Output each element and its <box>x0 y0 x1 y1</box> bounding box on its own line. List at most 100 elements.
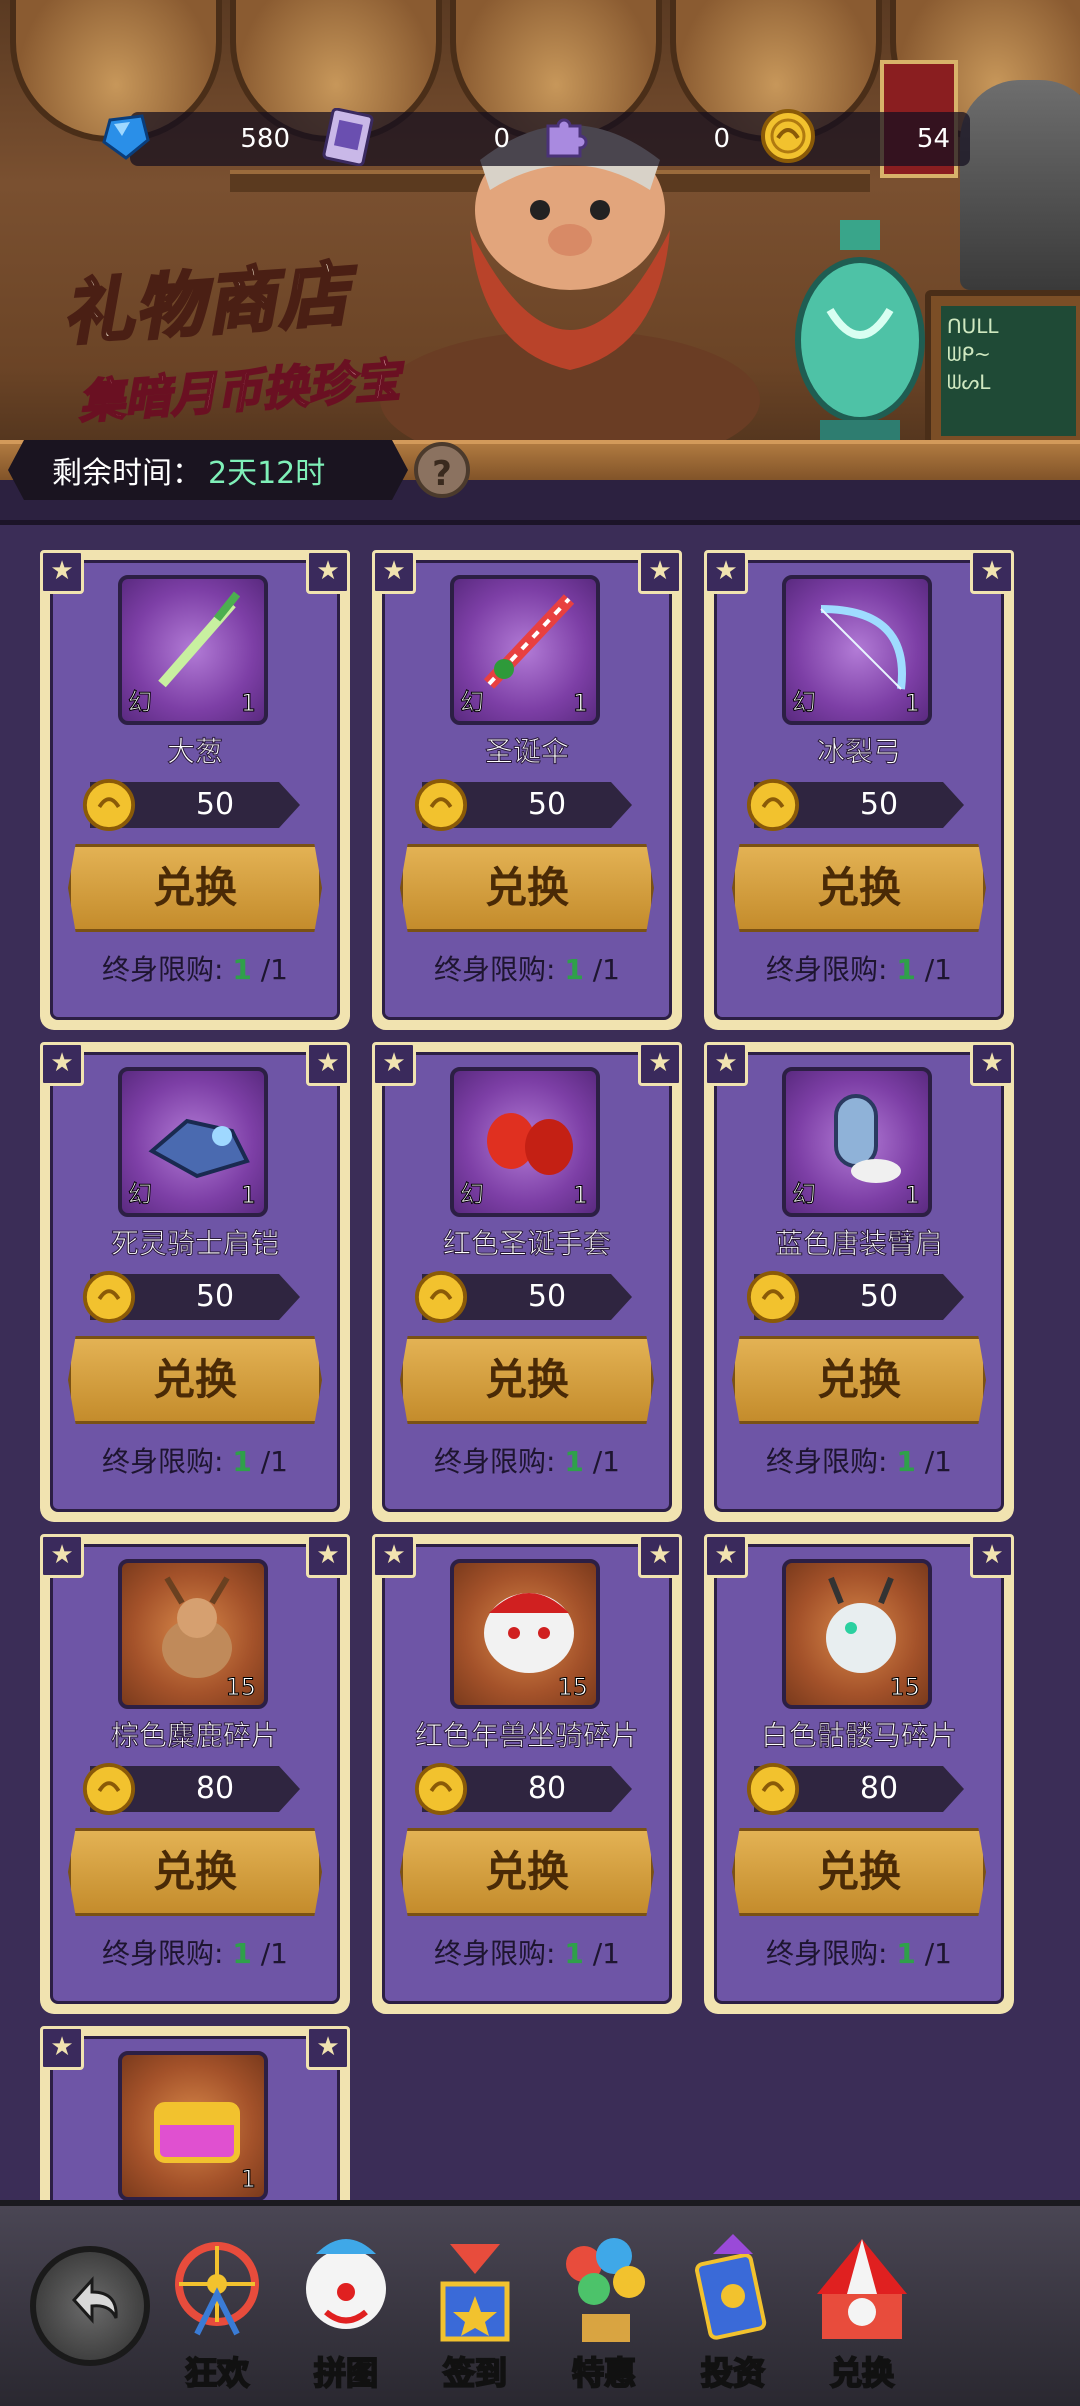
item-quantity: 15 <box>225 1673 257 1702</box>
purchase-limit-used: 1 <box>896 953 916 986</box>
star-corner-icon: ★ <box>40 2026 84 2070</box>
exchange-button[interactable]: 兑换 <box>732 844 986 932</box>
dark-moon-coin-icon <box>82 778 136 832</box>
header-divider <box>0 520 1080 525</box>
nav-item-2[interactable]: 签到 <box>410 2226 540 2396</box>
purchase-limit-label: 终身限购: <box>766 953 888 986</box>
shop-item-card: ★ ★ 幻 1 红色圣诞手套 50 兑换 终身限购: 1 /1 <box>372 1042 682 1522</box>
price-value: 80 <box>527 1771 567 1806</box>
nav-item-1[interactable]: 拼图 <box>281 2226 411 2396</box>
rarity-badge: 幻 <box>128 688 153 717</box>
dark-moon-coin-icon <box>414 1762 468 1816</box>
item-name: 蓝色唐装臂肩 <box>774 1227 943 1261</box>
reindeer-mount-icon <box>162 1576 232 1678</box>
price-value: 50 <box>195 1279 235 1314</box>
clown-face-icon <box>306 2239 386 2329</box>
purchase-limit-label: 终身限购: <box>434 953 556 986</box>
purchase-limit-label: 终身限购: <box>102 1937 224 1970</box>
item-quantity: 1 <box>572 689 588 718</box>
purchase-limit: 终身限购: 1 /1 <box>704 948 1014 988</box>
purchase-limit-used: 1 <box>564 1445 584 1478</box>
item-icon-frame[interactable]: 15 <box>450 1559 600 1709</box>
purchase-limit-label: 终身限购: <box>434 1445 556 1478</box>
star-corner-icon: ★ <box>638 550 682 594</box>
nav-item-label: 投资 <box>700 2353 766 2393</box>
item-icon-frame[interactable]: 15 <box>782 1559 932 1709</box>
item-quantity: 1 <box>904 1181 920 1210</box>
help-button[interactable]: ? <box>414 442 470 498</box>
purchase-limit: 终身限购: 1 /1 <box>40 948 350 988</box>
exchange-button[interactable]: 兑换 <box>68 1336 322 1424</box>
item-name: 圣诞伞 <box>484 735 569 769</box>
back-button[interactable] <box>30 2246 150 2366</box>
star-corner-icon: ★ <box>306 550 350 594</box>
item-icon-frame[interactable]: 幻1 <box>118 1067 268 1217</box>
rarity-badge: 幻 <box>460 688 485 717</box>
nav-item-5[interactable]: 兑换 <box>797 2226 927 2396</box>
exchange-button[interactable]: 兑换 <box>400 844 654 932</box>
ice-bow-icon <box>820 605 906 690</box>
magic-cards-icon <box>695 2234 767 2340</box>
nav-item-0[interactable]: 狂欢 <box>152 2226 282 2396</box>
item-icon-frame[interactable]: 1 <box>118 2051 268 2200</box>
price-value: 50 <box>859 787 899 822</box>
star-corner-icon: ★ <box>704 1042 748 1086</box>
price-value: 80 <box>195 1771 235 1806</box>
exchange-button[interactable]: 兑换 <box>68 844 322 932</box>
nav-item-label: 拼图 <box>313 2353 379 2393</box>
shop-item-grid: ★ ★ 幻 1 大葱 50 兑换 终身限购: 1 /1 ★ ★ 幻 1 圣诞伞 50 兑换 终身限购: 1 /… <box>0 540 1080 2200</box>
green-onion-icon <box>158 591 241 688</box>
price-value: 50 <box>527 787 567 822</box>
nav-item-4[interactable]: 投资 <box>668 2226 798 2396</box>
blue-arm-guard-icon <box>834 1094 901 1183</box>
item-icon-frame[interactable]: 幻1 <box>450 575 600 725</box>
star-corner-icon: ★ <box>970 1534 1014 1578</box>
item-icon-frame[interactable]: 幻1 <box>782 1067 932 1217</box>
gem-count: 580 <box>240 124 290 154</box>
item-icon-frame[interactable]: 15 <box>118 1559 268 1709</box>
item-icon-frame[interactable]: 幻1 <box>450 1067 600 1217</box>
item-icon-frame[interactable]: 幻1 <box>782 575 932 725</box>
shop-item-card: ★ ★ 幻 1 大葱 50 兑换 终身限购: 1 /1 <box>40 550 350 1030</box>
christmas-umbrella-icon <box>483 594 575 689</box>
item-quantity: 1 <box>240 2165 256 2194</box>
purchase-limit-used: 1 <box>232 953 252 986</box>
exchange-button[interactable]: 兑换 <box>400 1828 654 1916</box>
nav-item-3[interactable]: 特惠 <box>539 2226 669 2396</box>
purchase-limit-label: 终身限购: <box>766 1445 888 1478</box>
star-corner-icon: ★ <box>40 1534 84 1578</box>
nav-item-label: 特惠 <box>571 2353 637 2393</box>
purchase-limit-label: 终身限购: <box>102 953 224 986</box>
chalkboard-decoration: ᑎᑌᒪᒪ ᗯᑭ~ ᗯᔕᒪ <box>925 290 1080 452</box>
blue-gem-icon <box>102 114 150 160</box>
purchase-limit-label: 终身限购: <box>102 1445 224 1478</box>
item-quantity: 1 <box>572 1181 588 1210</box>
remaining-time-value: 2天12时 <box>208 456 326 491</box>
rarity-badge: 幻 <box>792 688 817 717</box>
item-quantity: 15 <box>889 1673 921 1702</box>
item-quantity: 15 <box>557 1673 589 1702</box>
star-corner-icon: ★ <box>40 550 84 594</box>
red-gloves-icon <box>487 1113 573 1175</box>
purchase-limit: 终身限购: 1 /1 <box>704 1932 1014 1972</box>
shop-item-card: ★ ★ 幻 1 蓝色唐装臂肩 50 兑换 终身限购: 1 /1 <box>704 1042 1014 1522</box>
star-corner-icon: ★ <box>970 1042 1014 1086</box>
exchange-button[interactable]: 兑换 <box>732 1828 986 1916</box>
nav-item-label: 签到 <box>442 2353 508 2393</box>
exchange-button[interactable]: 兑换 <box>732 1336 986 1424</box>
exchange-button[interactable]: 兑换 <box>68 1828 322 1916</box>
exchange-button[interactable]: 兑换 <box>400 1336 654 1424</box>
item-icon-frame[interactable]: 幻1 <box>118 575 268 725</box>
purchase-limit-label: 终身限购: <box>434 1937 556 1970</box>
skeleton-horse-icon <box>826 1576 896 1673</box>
shoulder-armor-icon <box>148 1118 250 1179</box>
jack-in-the-box-icon <box>440 2244 510 2342</box>
shop-subtitle: 集暗月币换珍宝 <box>76 352 403 430</box>
coin-count: 54 <box>916 124 950 154</box>
dark-moon-coin-icon <box>82 1762 136 1816</box>
rarity-badge: 幻 <box>460 1180 485 1209</box>
item-quantity: 1 <box>240 1181 256 1210</box>
remaining-time-label: 剩余时间： <box>52 456 202 491</box>
purchase-limit-total: /1 <box>592 1445 620 1478</box>
purchase-limit-used: 1 <box>232 1937 252 1970</box>
